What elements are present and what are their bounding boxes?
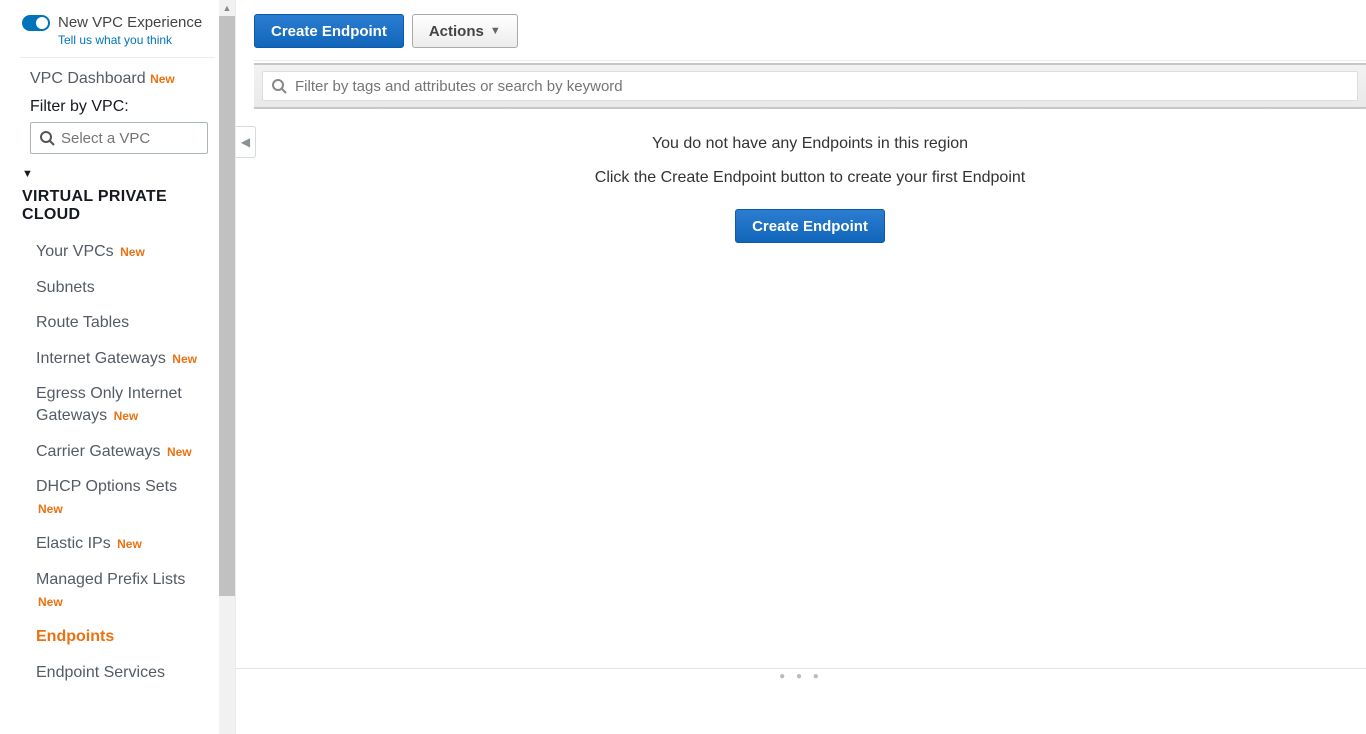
filter-input[interactable]: [295, 78, 1349, 95]
sidebar-item-your-vpcs[interactable]: Your VPCs New: [0, 234, 210, 270]
sidebar-item-dashboard[interactable]: VPC Dashboard New: [0, 70, 227, 98]
new-badge: New: [117, 537, 142, 551]
new-badge: New: [114, 409, 139, 423]
search-icon: [39, 130, 55, 146]
nav-item-label: Egress Only Internet Gateways: [36, 385, 182, 424]
empty-state: You do not have any Endpoints in this re…: [254, 109, 1366, 243]
new-experience-toggle[interactable]: [22, 15, 50, 31]
nav-item-label: Managed Prefix Lists: [36, 571, 185, 588]
new-badge: New: [38, 595, 63, 609]
divider: [20, 57, 215, 58]
search-icon: [271, 78, 287, 94]
new-experience-label: New VPC Experience: [58, 14, 202, 31]
chevron-down-icon: ▼: [490, 25, 501, 37]
toolbar: Create Endpoint Actions ▼: [254, 14, 1366, 61]
filter-by-vpc-label: Filter by VPC:: [0, 98, 227, 122]
nav-item-label: Subnets: [36, 279, 95, 296]
scroll-up-icon[interactable]: ▲: [219, 0, 235, 16]
create-endpoint-button-empty[interactable]: Create Endpoint: [735, 209, 885, 243]
sidebar-collapse-handle[interactable]: ◀: [236, 126, 256, 158]
sidebar-item-route-tables[interactable]: Route Tables: [0, 305, 210, 341]
create-endpoint-button[interactable]: Create Endpoint: [254, 14, 404, 48]
sidebar-item-managed-prefix-lists[interactable]: Managed Prefix Lists New: [0, 562, 210, 619]
vpc-select[interactable]: [30, 122, 208, 154]
sidebar-scrollbar[interactable]: ▲: [219, 0, 235, 734]
dashboard-label: VPC Dashboard: [30, 70, 146, 87]
nav-item-label: Endpoint Services: [36, 664, 165, 681]
sidebar-item-dhcp-options-sets[interactable]: DHCP Options Sets New: [0, 469, 210, 526]
nav-item-label: Route Tables: [36, 314, 129, 331]
pane-resize-handle[interactable]: ● ● ●: [236, 668, 1366, 682]
new-badge: New: [120, 245, 145, 259]
feedback-link[interactable]: Tell us what you think: [58, 33, 172, 47]
sidebar-item-carrier-gateways[interactable]: Carrier Gateways New: [0, 434, 210, 470]
sidebar-item-endpoints[interactable]: Endpoints: [0, 619, 210, 655]
section-collapse-caret[interactable]: ▼: [0, 168, 227, 188]
empty-message-2: Click the Create Endpoint button to crea…: [254, 169, 1366, 187]
new-badge: New: [38, 502, 63, 516]
nav-item-label: Elastic IPs: [36, 535, 111, 552]
sidebar-item-internet-gateways[interactable]: Internet Gateways New: [0, 341, 210, 377]
sidebar-item-endpoint-services[interactable]: Endpoint Services: [0, 655, 210, 691]
section-header-vpc: VIRTUAL PRIVATE CLOUD: [0, 188, 227, 234]
nav-item-label: Your VPCs: [36, 243, 114, 260]
vpc-select-input[interactable]: [61, 130, 199, 147]
sidebar: New VPC Experience Tell us what you thin…: [0, 0, 236, 734]
filter-bar-container: [254, 63, 1366, 109]
scrollbar-thumb[interactable]: [219, 16, 235, 596]
create-endpoint-label: Create Endpoint: [271, 23, 387, 40]
new-badge: New: [167, 445, 192, 459]
main-content: Create Endpoint Actions ▼ You do not hav…: [236, 0, 1366, 734]
actions-label: Actions: [429, 23, 484, 40]
sidebar-item-egress-only-internet-gateways[interactable]: Egress Only Internet Gateways New: [0, 376, 210, 433]
sidebar-item-subnets[interactable]: Subnets: [0, 270, 210, 306]
new-badge: New: [150, 72, 175, 86]
nav-item-label: Endpoints: [36, 628, 114, 645]
actions-dropdown[interactable]: Actions ▼: [412, 14, 518, 48]
nav-item-label: DHCP Options Sets: [36, 478, 177, 495]
nav-item-label: Internet Gateways: [36, 350, 166, 367]
filter-bar[interactable]: [262, 71, 1358, 101]
new-badge: New: [172, 352, 197, 366]
nav-item-label: Carrier Gateways: [36, 443, 160, 460]
empty-message-1: You do not have any Endpoints in this re…: [254, 135, 1366, 153]
create-endpoint-label: Create Endpoint: [752, 218, 868, 235]
sidebar-item-elastic-ips[interactable]: Elastic IPs New: [0, 526, 210, 562]
